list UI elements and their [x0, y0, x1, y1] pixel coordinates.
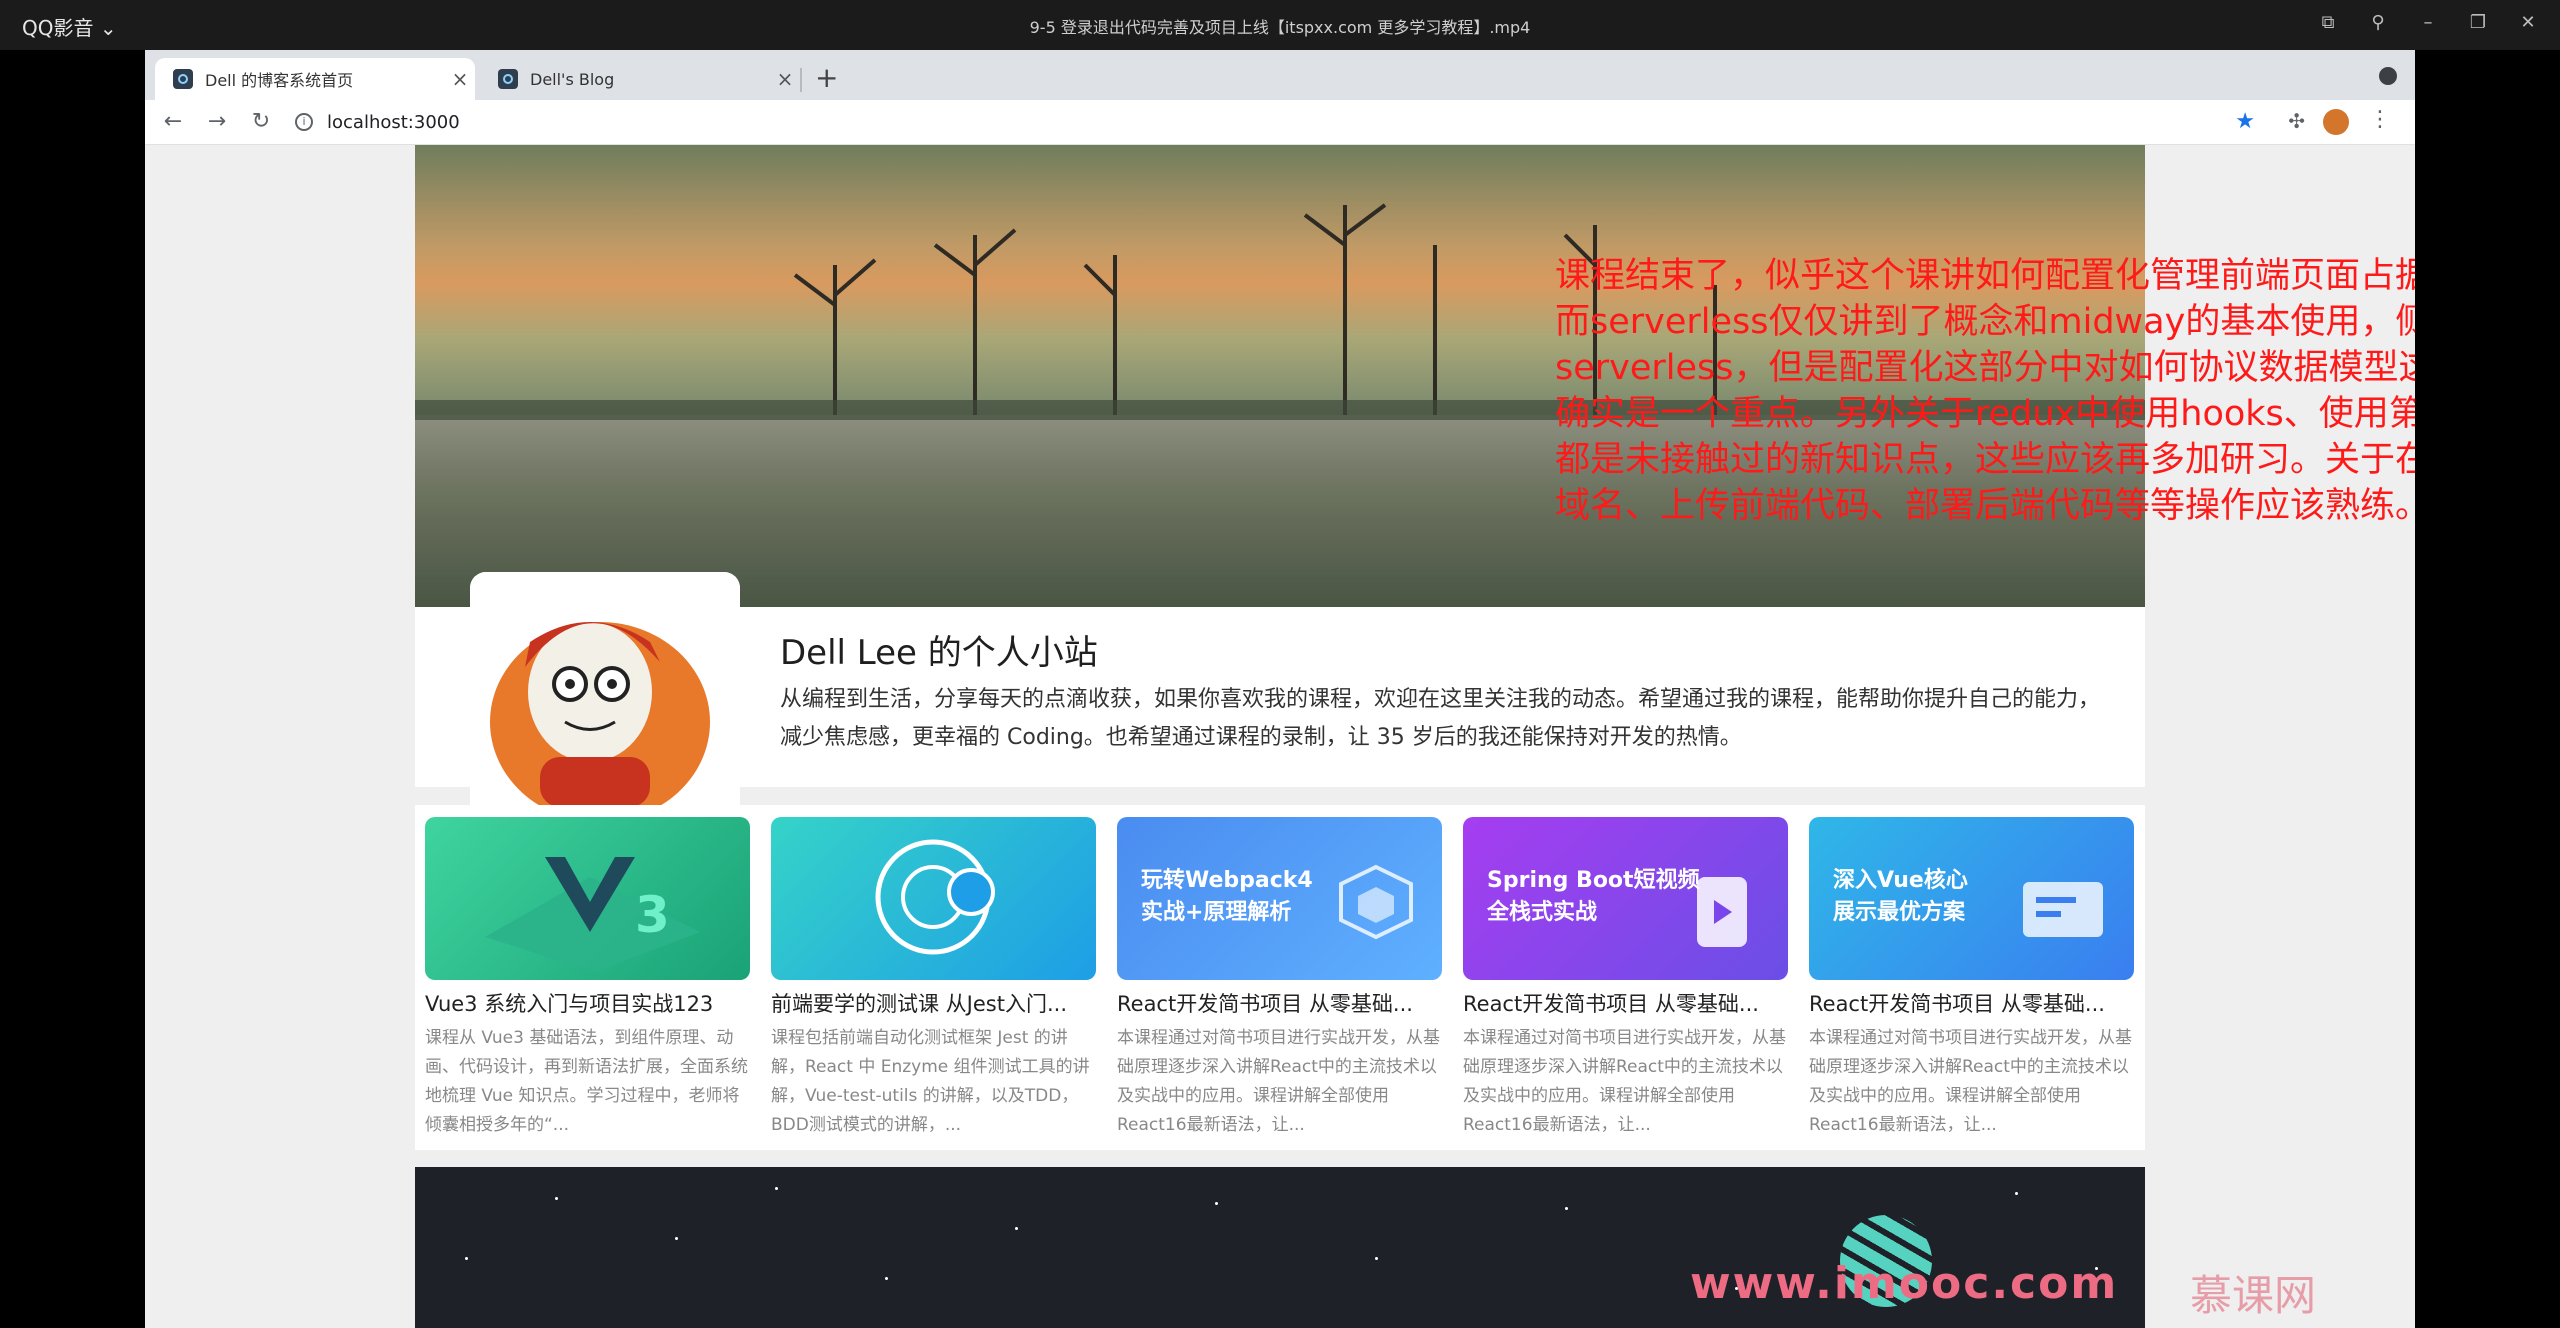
bookmark-star-icon[interactable]: ★ — [2235, 109, 2255, 134]
url-text: localhost:3000 — [327, 111, 460, 133]
cartoon-avatar-illustration — [470, 572, 740, 822]
close-tab-icon[interactable]: × — [445, 67, 475, 91]
new-tab-button[interactable]: + — [815, 62, 838, 94]
imooc-watermark-brand: 慕课网 — [2190, 1271, 2317, 1320]
browser-toolbar: ← → ↻ i localhost:3000 ★ ✣ ⋮ — [145, 100, 2415, 145]
course-card[interactable]: 深入Vue核心 展示最优方案 React开发简书项目 从零基础... 本课程通过… — [1809, 817, 2134, 1137]
course-description: 课程包括前端自动化测试框架 Jest 的讲解，React 中 Enzyme 组件… — [771, 1028, 1090, 1135]
course-thumbnail: 深入Vue核心 展示最优方案 — [1809, 817, 2134, 980]
profile-avatar-icon[interactable] — [2323, 109, 2349, 135]
close-tab-icon[interactable]: × — [770, 67, 800, 91]
star-dot — [775, 1187, 778, 1190]
back-icon[interactable]: ← — [157, 106, 189, 138]
presentation-board-icon — [2023, 882, 2103, 937]
star-dot — [555, 1197, 558, 1200]
thumb-caption: Spring Boot短视频 全栈式实战 — [1487, 868, 1700, 925]
pin-icon[interactable]: ⚲ — [2366, 10, 2390, 36]
course-title: React开发简书项目 从零基础... — [1809, 992, 2105, 1016]
tab-label: Dell 的博客系统首页 — [205, 71, 354, 90]
course-card[interactable]: 玩转Webpack4 实战+原理解析 React开发简书项目 从零基础... 本… — [1117, 817, 1442, 1137]
course-thumbnail: 3 — [425, 817, 750, 980]
page-viewport: Dell Lee 的个人小站 从编程到生活，分享每天的点滴收获，如果你喜欢我的课… — [145, 145, 2415, 1328]
course-description: 本课程通过对简书项目进行实战开发，从基础原理逐步深入讲解React中的主流技术以… — [1463, 1028, 1786, 1135]
course-card[interactable]: 前端要学的测试课 从Jest入门... 课程包括前端自动化测试框架 Jest 的… — [771, 817, 1096, 1137]
react-favicon-icon — [498, 69, 518, 89]
tab-dell-blog-home[interactable]: Dell 的博客系统首页 × — [155, 58, 475, 100]
overlay-note: 课程结束了，似乎这个课讲如何配置化管理前端页面占据了大部分时间，而serverl… — [1555, 256, 2415, 526]
screenshot-icon[interactable]: ⧉ — [2316, 10, 2340, 36]
course-thumb-text: 深入Vue核心 展示最优方案 — [1833, 865, 1968, 929]
star-dot — [465, 1257, 468, 1260]
reload-icon[interactable]: ↻ — [245, 106, 277, 138]
course-thumbnail — [771, 817, 1096, 980]
restore-icon[interactable]: ❐ — [2466, 10, 2490, 36]
tab-search-icon[interactable] — [2379, 67, 2397, 85]
profile-description: 从编程到生活，分享每天的点滴收获，如果你喜欢我的课程，欢迎在这里关注我的动态。希… — [780, 687, 2101, 750]
course-thumb-text: Spring Boot短视频 全栈式实战 — [1487, 865, 1700, 929]
extensions-icon[interactable]: ✣ — [2288, 109, 2305, 133]
address-bar[interactable]: i localhost:3000 — [295, 106, 2195, 138]
course-list: 3 Vue3 系统入门与项目实战123 课程从 Vue3 基础语法，到组件原理、… — [415, 805, 2145, 1150]
course-description: 本课程通过对简书项目进行实战开发，从基础原理逐步深入讲解React中的主流技术以… — [1809, 1028, 2132, 1135]
profile-avatar — [470, 572, 740, 822]
course-description: 本课程通过对简书项目进行实战开发，从基础原理逐步深入讲解React中的主流技术以… — [1117, 1028, 1440, 1135]
cube-icon — [1339, 864, 1413, 940]
imooc-watermark-url: www.imooc.com — [1690, 1258, 2119, 1309]
course-thumbnail: 玩转Webpack4 实战+原理解析 — [1117, 817, 1442, 980]
forward-icon[interactable]: → — [201, 106, 233, 138]
course-description: 课程从 Vue3 基础语法，到组件原理、动画、代码设计，再到新语法扩展，全面系统… — [425, 1028, 748, 1135]
close-icon[interactable]: ✕ — [2516, 10, 2540, 36]
minimize-icon[interactable]: – — [2416, 10, 2440, 36]
svg-text:3: 3 — [635, 886, 670, 944]
star-dot — [885, 1277, 888, 1280]
course-card[interactable]: Spring Boot短视频 全栈式实战 React开发简书项目 从零基础...… — [1463, 817, 1788, 1137]
course-thumb-text: 玩转Webpack4 实战+原理解析 — [1141, 865, 1313, 929]
player-title-bar: QQ影音 ⌄ 9-5 登录退出代码完善及项目上线【itspxx.com 更多学习… — [0, 0, 2560, 50]
profile-title: Dell Lee 的个人小站 — [780, 633, 1098, 673]
site-info-icon[interactable]: i — [295, 113, 313, 131]
star-dot — [2015, 1192, 2018, 1195]
tab-strip: Dell 的博客系统首页 × Dell's Blog × + — [145, 50, 2415, 100]
star-dot — [1015, 1227, 1018, 1230]
video-phone-icon — [1697, 877, 1747, 947]
course-thumbnail: Spring Boot短视频 全栈式实战 — [1463, 817, 1788, 980]
course-title: React开发简书项目 从零基础... — [1463, 992, 1759, 1016]
tab-separator — [800, 68, 802, 92]
star-dot — [1375, 1257, 1378, 1260]
star-dot — [1215, 1202, 1218, 1205]
browser-window: Dell 的博客系统首页 × Dell's Blog × + ← → ↻ i l… — [145, 50, 2415, 1328]
browser-menu-icon[interactable]: ⋮ — [2369, 107, 2391, 132]
thumb-caption: 玩转Webpack4 实战+原理解析 — [1141, 868, 1313, 925]
player-file-title: 9-5 登录退出代码完善及项目上线【itspxx.com 更多学习教程】.mp4 — [1029, 18, 1531, 37]
tab-label: Dell's Blog — [530, 69, 615, 89]
thumb-caption: 深入Vue核心 展示最优方案 — [1833, 868, 1968, 925]
course-title: React开发简书项目 从零基础... — [1117, 992, 1413, 1016]
chart-wheel-icon — [875, 839, 995, 955]
tab-dells-blog[interactable]: Dell's Blog × — [480, 58, 800, 100]
react-favicon-icon — [173, 69, 193, 89]
star-dot — [675, 1237, 678, 1240]
star-dot — [1565, 1207, 1568, 1210]
course-card[interactable]: 3 Vue3 系统入门与项目实战123 课程从 Vue3 基础语法，到组件原理、… — [425, 817, 750, 1137]
course-title: 前端要学的测试课 从Jest入门... — [771, 992, 1067, 1016]
course-title: Vue3 系统入门与项目实战123 — [425, 992, 714, 1016]
vue3-illustration: 3 — [485, 857, 700, 972]
